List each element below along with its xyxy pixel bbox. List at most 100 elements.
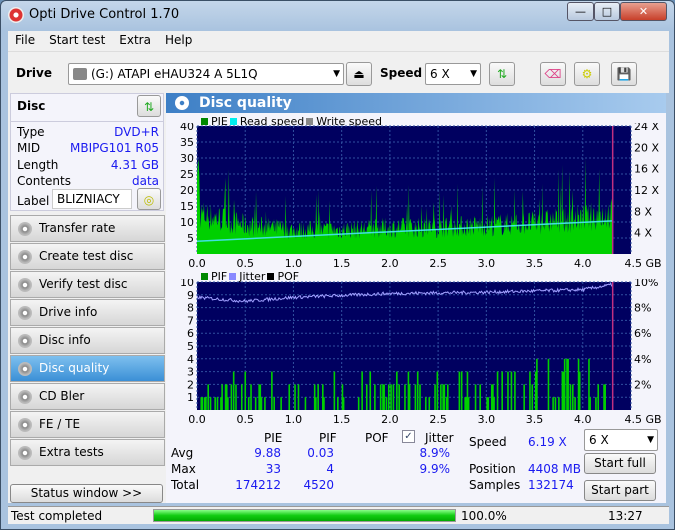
toolbar: Drive (G:) ATAPI eHAU324 A 5L1Q ▼ ⏏ Speed… xyxy=(8,51,669,93)
nav-create-test-disc[interactable]: Create test disc xyxy=(10,243,165,270)
test-speed-select[interactable]: 6 X ▼ xyxy=(584,429,658,451)
y2-tick-label: 12 X xyxy=(634,184,659,197)
x-tick-label: 4.5 GB xyxy=(624,413,661,424)
pif-bar xyxy=(501,371,503,410)
x-tick-label: 1.5 xyxy=(333,413,351,424)
pif-bar xyxy=(424,397,427,410)
disc-header: Disc xyxy=(17,99,46,113)
x-tick-label: 1.0 xyxy=(285,413,303,424)
y-tick-label: 10 xyxy=(180,279,194,289)
save-icon[interactable]: 💾 xyxy=(611,62,637,86)
sidebar: Disc ⇅ Type DVD+R MID MBIPG101 R05 Length 4… xyxy=(8,93,166,503)
menu-start-test[interactable]: Start test xyxy=(42,31,112,49)
pif-bar xyxy=(337,397,339,410)
y-tick-label: 35 xyxy=(180,136,194,149)
speed-select[interactable]: 6 X ▼ xyxy=(425,63,481,85)
nav-cd-bler[interactable]: CD Bler xyxy=(10,383,165,410)
col-pie: PIE xyxy=(264,431,283,445)
x-tick-label: 0.0 xyxy=(188,257,206,268)
y-tick-label: 1 xyxy=(187,391,194,404)
pif-bar xyxy=(379,384,382,410)
x-tick-label: 2.5 xyxy=(429,257,447,268)
speed-value: 6 X xyxy=(430,67,450,81)
pif-bar xyxy=(514,371,516,410)
minimize-button[interactable]: — xyxy=(567,2,594,21)
pif-bar xyxy=(365,384,368,410)
pif-bar xyxy=(207,384,210,410)
label-input[interactable]: BLIZNIACY xyxy=(52,189,132,209)
jitter-checkbox[interactable]: ✓ xyxy=(402,430,415,443)
pif-bar xyxy=(205,397,207,410)
samples-label: Samples xyxy=(469,478,521,492)
pif-bar xyxy=(440,384,442,410)
app-icon xyxy=(8,7,24,23)
nav-disc-quality[interactable]: Disc quality xyxy=(10,355,165,382)
y-tick-label: 20 xyxy=(180,184,194,197)
disc-icon xyxy=(18,390,32,404)
y-tick-label: 5 xyxy=(187,340,194,353)
menu-extra[interactable]: Extra xyxy=(112,31,158,49)
disc-icon[interactable]: ◎ xyxy=(137,188,161,210)
pif-bar xyxy=(260,397,263,410)
disc-icon xyxy=(18,418,32,432)
label-label: Label xyxy=(17,194,50,208)
x-tick-label: 3.5 xyxy=(526,413,544,424)
mid-label: MID xyxy=(17,141,41,155)
pif-bar xyxy=(554,397,557,410)
pif-bar xyxy=(479,384,481,410)
y-tick-label: 30 xyxy=(180,152,194,165)
start-part-button[interactable]: Start part xyxy=(584,480,656,501)
speed-label: Speed xyxy=(380,66,423,80)
pif-chart: 12345678910 0.0 0.5 1.0 1.5 2.0 2.5 3.0 3.5 4.0 4.… xyxy=(180,279,662,424)
row-label: Max xyxy=(171,462,196,476)
drive-select[interactable]: (G:) ATAPI eHAU324 A 5L1Q ▼ xyxy=(68,63,344,85)
maximize-button[interactable]: □ xyxy=(594,2,620,21)
pif-bar xyxy=(467,397,470,410)
pif-bar xyxy=(558,397,560,410)
y-tick-label: 3 xyxy=(187,366,194,379)
nav-fe-te[interactable]: FE / TE xyxy=(10,411,165,438)
pif-bar xyxy=(419,384,421,410)
app-window: Opti Drive Control 1.70 — □ ✕ File Start … xyxy=(0,0,675,530)
refresh-button[interactable]: ⇅ xyxy=(489,62,515,86)
pif-bar xyxy=(247,397,250,410)
nav-drive-info[interactable]: Drive info xyxy=(10,299,165,326)
x-tick-label: 2.5 xyxy=(429,413,447,424)
pif-bar xyxy=(493,397,495,410)
y2-tick-label: 4% xyxy=(634,353,651,366)
y-tick-label: 25 xyxy=(180,168,194,181)
nav-extra-tests[interactable]: Extra tests xyxy=(10,439,165,466)
y-tick-label: 2 xyxy=(187,378,194,391)
speed-label: Speed xyxy=(469,435,507,449)
settings-icon[interactable]: ⚙ xyxy=(574,62,600,86)
close-button[interactable]: ✕ xyxy=(620,2,667,21)
refresh-disc-button[interactable]: ⇅ xyxy=(137,95,161,117)
pif-bar xyxy=(434,384,436,410)
start-full-button[interactable]: Start full xyxy=(584,453,656,474)
pif-bar xyxy=(552,397,554,410)
menu-file[interactable]: File xyxy=(8,31,42,49)
pif-bar xyxy=(523,384,525,410)
samples-value: 132174 xyxy=(528,478,574,492)
erase-icon[interactable]: ⌫ xyxy=(540,62,566,86)
speed-value: 6.19 X xyxy=(528,435,567,449)
pif-bar xyxy=(496,371,499,410)
type-label: Type xyxy=(17,125,45,139)
pif-bar xyxy=(342,397,345,410)
disc-icon xyxy=(18,250,32,264)
disc-info-box: Disc ⇅ Type DVD+R MID MBIPG101 R05 Length 4… xyxy=(10,93,164,211)
eject-button[interactable]: ⏏ xyxy=(346,62,372,86)
y2-tick-label: 10% xyxy=(634,279,658,289)
pif-bar xyxy=(392,384,395,410)
menu-help[interactable]: Help xyxy=(158,31,199,49)
disc-icon xyxy=(18,278,32,292)
pif-bar xyxy=(408,384,411,410)
pie-value: 9.88 xyxy=(254,446,281,460)
status-window-button[interactable]: Status window >> xyxy=(10,484,163,503)
x-tick-label: 4.0 xyxy=(574,257,592,268)
x-tick-label: 2.0 xyxy=(381,413,399,424)
nav-verify-test-disc[interactable]: Verify test disc xyxy=(10,271,165,298)
nav-transfer-rate[interactable]: Transfer rate xyxy=(10,215,165,242)
nav-disc-info[interactable]: Disc info xyxy=(10,327,165,354)
pif-bar xyxy=(404,384,406,410)
